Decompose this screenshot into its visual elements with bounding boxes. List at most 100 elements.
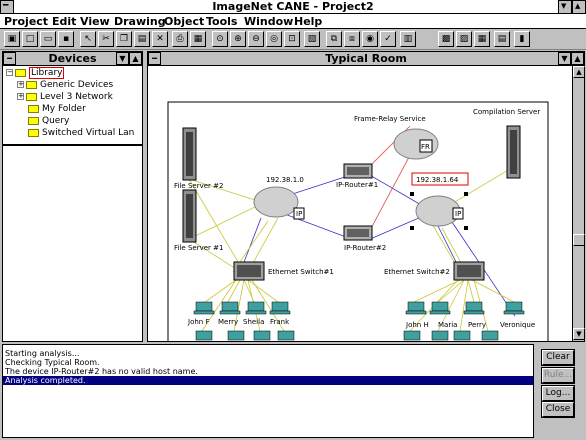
menu-help[interactable]: Help	[294, 15, 322, 28]
switch-2-label: Ethernet Switch#2	[384, 268, 450, 276]
traffic-icon: ▦	[477, 34, 487, 44]
cut-button[interactable]: ✂	[98, 31, 114, 47]
menu-project[interactable]: Project	[4, 15, 48, 28]
check-button[interactable]: ✓	[380, 31, 396, 47]
tree-item-switched-virtual-lan[interactable]: Switched Virtual Lan	[28, 128, 134, 138]
run-button[interactable]: ▣	[4, 31, 20, 47]
connect-button[interactable]: ⧉	[326, 31, 342, 47]
pc-label-veronique: Veronique	[500, 321, 535, 329]
log-line[interactable]: Analysis completed.	[3, 376, 533, 385]
analyze-button[interactable]: ▮	[514, 31, 530, 47]
note-icon: ▧	[307, 34, 317, 44]
devices-panel-minimize-button[interactable]: ▼	[116, 52, 129, 65]
rule-button[interactable]: Rule...	[541, 367, 575, 384]
file-server-1-label: File Server #1	[174, 244, 223, 252]
ip-router-2-icon	[343, 225, 373, 241]
pc-label-john-f: John F	[187, 318, 209, 326]
router-1-label: IP-Router#1	[336, 181, 378, 189]
port-button[interactable]: ▨	[456, 31, 472, 47]
properties-icon: ▥	[403, 34, 413, 44]
log-line[interactable]: Starting analysis...	[5, 349, 79, 358]
tree-item-generic-devices[interactable]: + Generic Devices	[17, 80, 113, 90]
expand-icon[interactable]: +	[17, 81, 24, 88]
window-title-bar: ImageNet CANE - Project2	[0, 0, 586, 14]
tree-item-my-folder[interactable]: My Folder	[28, 104, 86, 114]
copy-button[interactable]: ❐	[116, 31, 132, 47]
diagram-panel-title: Typical Room	[148, 52, 584, 66]
save-icon: ▪	[62, 34, 70, 44]
device-tree: − Library + Generic Devices + Level 3 Netwo…	[3, 66, 142, 144]
menu-object[interactable]: Object	[164, 15, 204, 28]
pc-label-perry: Perry	[468, 321, 486, 329]
open-button[interactable]: ▭	[40, 31, 56, 47]
folder-open-icon	[15, 68, 26, 77]
devices-panel-menu-button[interactable]: ━	[3, 52, 16, 65]
save-button[interactable]: ▪	[58, 31, 74, 47]
menu-edit[interactable]: Edit	[52, 15, 76, 28]
diagram-panel-menu-button[interactable]: ━	[148, 52, 161, 65]
traffic-button[interactable]: ▦	[474, 31, 490, 47]
menu-window[interactable]: Window	[244, 15, 293, 28]
analysis-log[interactable]: Starting analysis... Checking Typical Roo…	[2, 344, 534, 438]
log-line[interactable]: Checking Typical Room.	[5, 358, 100, 367]
switch-1-label: Ethernet Switch#1	[268, 268, 334, 276]
analyze-icon: ▮	[519, 34, 525, 44]
log-button[interactable]: Log...	[541, 385, 575, 402]
tree-item-level-3-network[interactable]: + Level 3 Network	[17, 92, 113, 102]
pc-label-john-h: John H	[405, 321, 429, 329]
zoom-area-button[interactable]: ◎	[266, 31, 282, 47]
maximize-icon: ▲	[575, 2, 581, 10]
devices-panel-maximize-button[interactable]: ▲	[129, 52, 142, 65]
zoom-page-button[interactable]: ⊡	[284, 31, 300, 47]
diagram-vertical-scrollbar[interactable]: ▲ ▼	[572, 66, 585, 341]
scroll-up-arrow-icon[interactable]: ▲	[573, 66, 585, 78]
report-button[interactable]: ▤	[494, 31, 510, 47]
clear-button[interactable]: Clear	[541, 349, 575, 366]
link-button[interactable]: ⧈	[344, 31, 360, 47]
zoom-out-button[interactable]: ⊖	[248, 31, 264, 47]
note-button[interactable]: ▧	[304, 31, 320, 47]
view-button[interactable]: ◉	[362, 31, 378, 47]
network-diagram-canvas[interactable]: FR Frame-Relay Service Compilation Serve…	[148, 66, 572, 342]
new-button[interactable]: □	[22, 31, 38, 47]
ethernet-switch-1-icon	[233, 261, 265, 281]
print-preview-button[interactable]: ▦	[190, 31, 206, 47]
port-icon: ▨	[459, 34, 469, 44]
diagram-panel-maximize-button[interactable]: ▲	[571, 52, 584, 65]
ethernet-switch-2-icon	[453, 261, 485, 281]
collapse-icon[interactable]: −	[6, 69, 13, 76]
close-button[interactable]: Close	[541, 401, 575, 418]
system-menu-button[interactable]: ━	[0, 0, 14, 14]
minimize-button[interactable]: ▼	[558, 0, 572, 14]
devices-panel: Devices ━ ▼ ▲ − Library + Generic Devices …	[2, 51, 143, 342]
device-button[interactable]: ▩	[438, 31, 454, 47]
copy-icon: ❐	[119, 34, 129, 44]
pointer-button[interactable]: ↖	[80, 31, 96, 47]
ip-cloud-right: IP	[410, 192, 468, 230]
tree-item-library[interactable]: − Library	[6, 67, 65, 79]
folder-icon	[26, 80, 37, 89]
delete-button[interactable]: ✕	[152, 31, 168, 47]
log-line[interactable]: The device IP-Router#2 has no valid host…	[5, 367, 198, 376]
folder-icon	[26, 92, 37, 101]
maximize-button[interactable]: ▲	[572, 0, 586, 14]
cloud-right-label: 192.38.1.64	[416, 176, 459, 184]
devices-title: Devices	[48, 52, 97, 65]
zoom-in-icon: ⊕	[234, 34, 242, 44]
menu-drawing[interactable]: Drawing	[114, 15, 166, 28]
folder-icon	[28, 128, 39, 137]
print-button[interactable]: ⎙	[172, 31, 188, 47]
scroll-down-arrow-icon[interactable]: ▼	[573, 328, 585, 340]
menu-view[interactable]: View	[80, 15, 110, 28]
menu-tools[interactable]: Tools	[206, 15, 237, 28]
tree-item-query[interactable]: Query	[28, 116, 69, 126]
diagram-panel-minimize-button[interactable]: ▼	[558, 52, 571, 65]
properties-button[interactable]: ▥	[400, 31, 416, 47]
zoom-in-button[interactable]: ⊕	[230, 31, 246, 47]
link-icon: ⧈	[349, 34, 355, 44]
zoom-fit-button[interactable]: ⊙	[212, 31, 228, 47]
frame-relay-cloud: FR	[393, 128, 439, 160]
scroll-thumb[interactable]	[573, 234, 585, 246]
paste-button[interactable]: ▤	[134, 31, 150, 47]
expand-icon[interactable]: +	[17, 93, 24, 100]
